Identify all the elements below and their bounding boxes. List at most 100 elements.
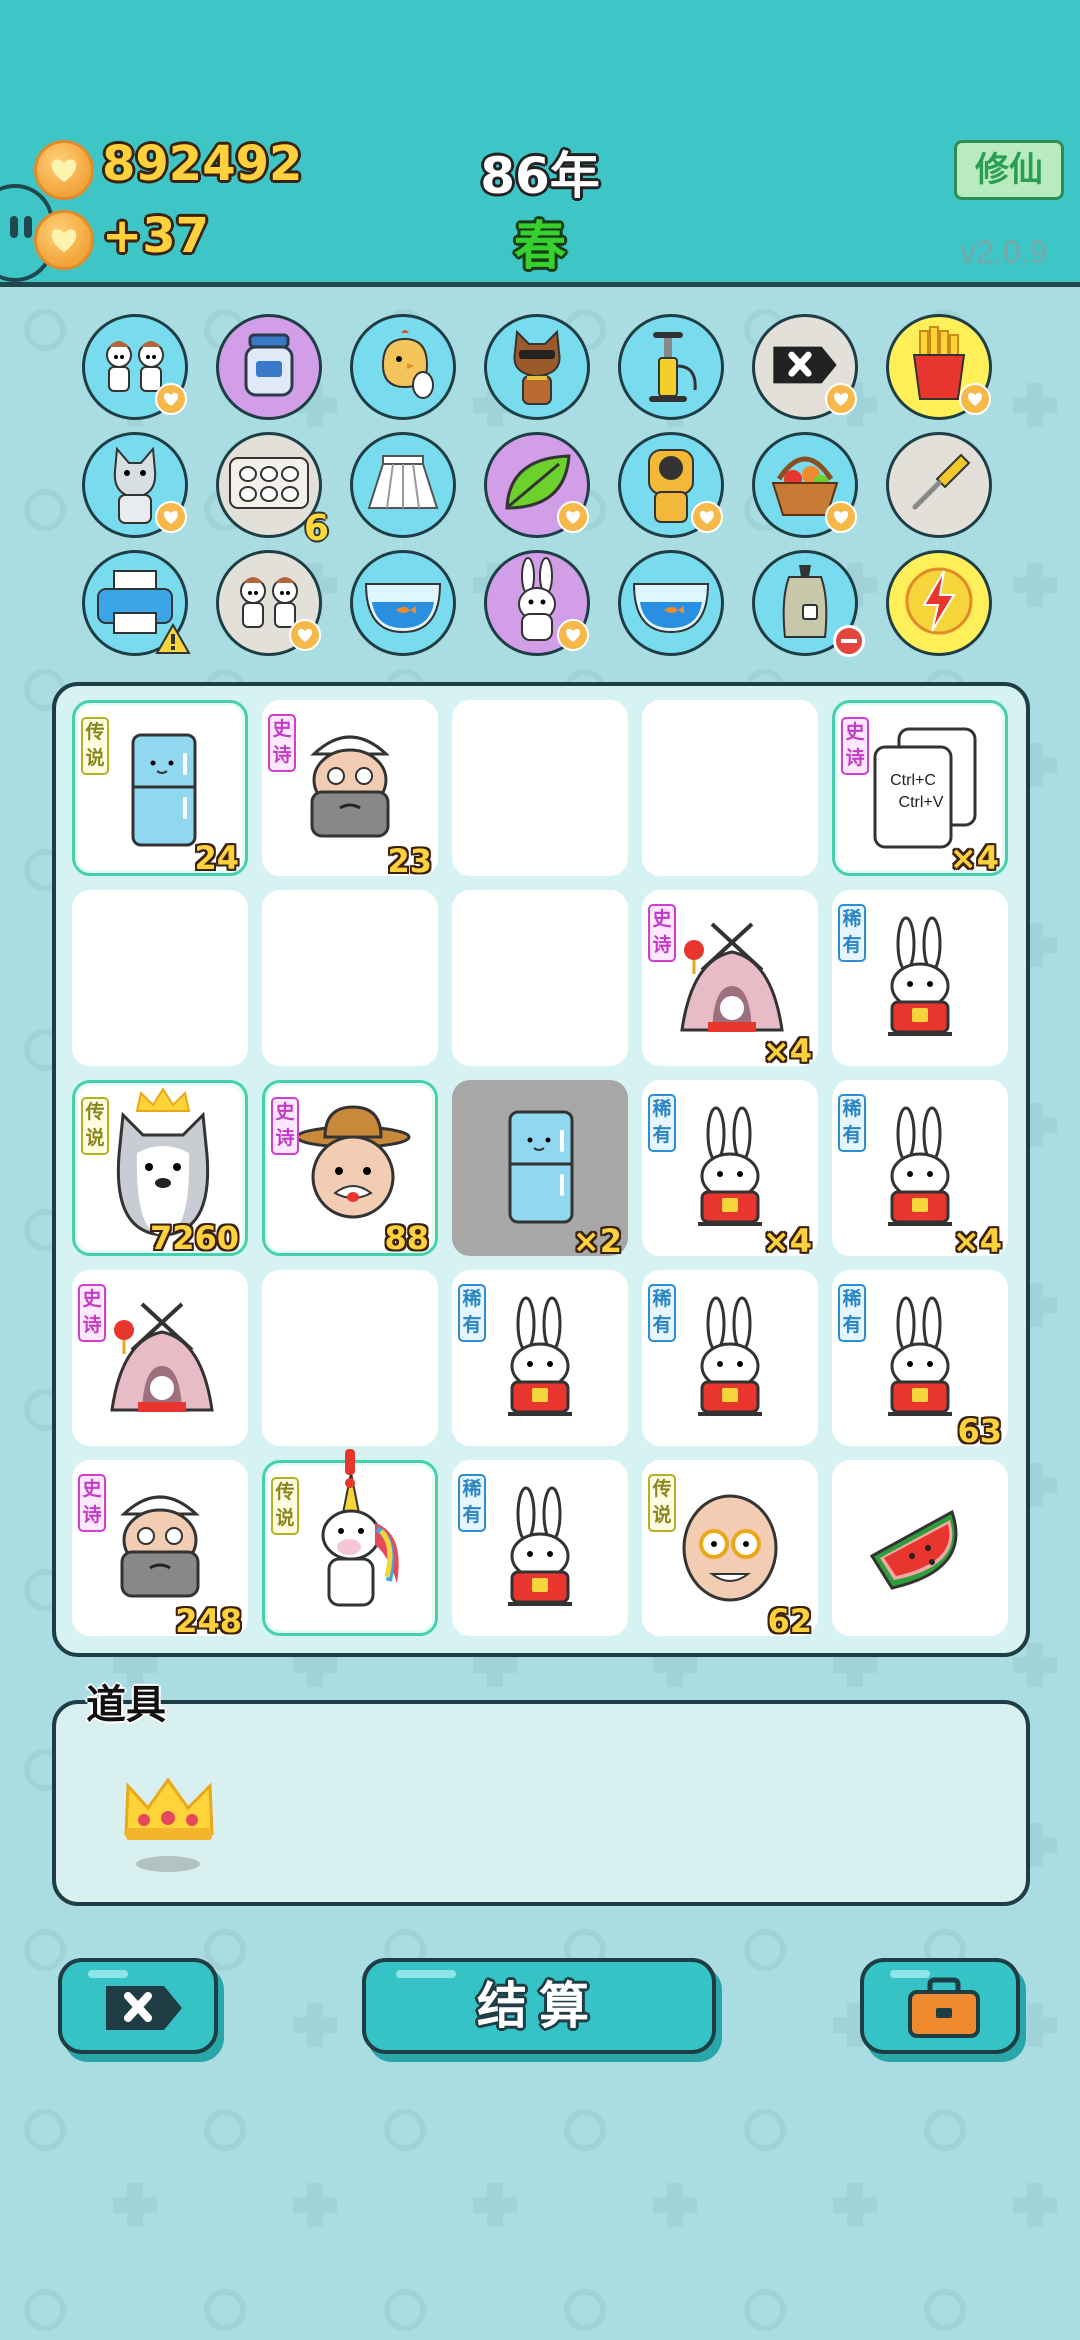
cultivation-button[interactable]: 修仙 [954, 140, 1064, 200]
remove-button[interactable] [58, 1958, 218, 2054]
remove-tag-item[interactable] [752, 314, 858, 420]
remove-tag-icon [770, 340, 840, 394]
bag-button[interactable] [860, 1958, 1020, 2054]
trash-bag-icon [775, 559, 835, 647]
rarity-tag: 稀 有 [458, 1474, 486, 1532]
rarity-tag: 稀 有 [648, 1094, 676, 1152]
board-cell-bunny[interactable]: 稀 有 ×4 [832, 1080, 1008, 1260]
board-cell-unicorn[interactable]: 传 说 [262, 1449, 438, 1636]
chick-egg-item[interactable] [350, 314, 456, 420]
board-cell-copy-paste[interactable]: Ctrl+C Ctrl+V 史 诗 ×4 [832, 700, 1008, 877]
heart-badge-icon [289, 619, 321, 651]
item-count: 6 [303, 508, 329, 549]
jar-item[interactable] [216, 314, 322, 420]
chick-egg-icon [365, 325, 441, 409]
board-cell-bunny-tent[interactable]: 史 诗 [72, 1270, 248, 1446]
watermelon-icon [832, 1460, 1008, 1640]
board-cell-husky-king[interactable]: 传 说 7260 [72, 1080, 248, 1257]
screwdriver-item[interactable] [886, 432, 992, 538]
cell-value: 62 [767, 1602, 812, 1640]
board-cell-grandpa[interactable]: 史 诗 248 [72, 1460, 248, 1640]
cell-value: 88 [384, 1219, 429, 1257]
rarity-tag: 史 诗 [78, 1474, 106, 1532]
cow-maids-item[interactable] [82, 314, 188, 420]
season-label: 春 [513, 217, 566, 277]
heart-badge-icon [155, 501, 187, 533]
board-cell-empty[interactable] [452, 700, 628, 876]
leaf-item[interactable] [484, 432, 590, 538]
coin-icon [34, 140, 94, 200]
cell-value: ×4 [762, 1032, 812, 1070]
board-cell-bunny[interactable]: 稀 有 63 [832, 1270, 1008, 1450]
cell-value: ×4 [952, 1222, 1002, 1260]
cow-maids-item[interactable] [216, 550, 322, 656]
board-cell-fridge[interactable]: 传 说 24 [72, 700, 248, 877]
cell-value: 24 [194, 839, 239, 877]
screwdriver-icon [901, 445, 977, 525]
fish-bowl-item[interactable] [618, 550, 724, 656]
jar-icon [234, 327, 304, 407]
coin-total: 892492 [102, 136, 303, 192]
bunny-item[interactable] [484, 550, 590, 656]
income-amount: +37 [102, 208, 210, 264]
briefcase-icon [908, 1977, 980, 2038]
rarity-tag: 传 说 [271, 1477, 299, 1535]
board-cell-bunny[interactable]: 稀 有 [642, 1270, 818, 1446]
rarity-tag: 稀 有 [648, 1284, 676, 1342]
props-title: 道具 [86, 1682, 166, 1728]
husky-item[interactable] [82, 432, 188, 538]
board-cell-empty[interactable] [72, 890, 248, 1066]
lightning-item[interactable] [886, 550, 992, 656]
board-cell-empty[interactable] [262, 1270, 438, 1446]
bear-cat-item[interactable] [618, 432, 724, 538]
board-cell-bunny[interactable]: 稀 有 [452, 1270, 628, 1446]
fish-bowl-item[interactable] [350, 550, 456, 656]
cell-value: 63 [957, 1412, 1002, 1450]
fish-bowl-icon [360, 566, 446, 640]
rarity-tag: 传 说 [81, 1097, 109, 1155]
board-cell-bunny[interactable]: 稀 有 ×4 [642, 1080, 818, 1260]
egg-tray-item[interactable]: 6 [216, 432, 329, 549]
cool-cat-icon [497, 322, 577, 412]
version-label: v2.0.9 [960, 234, 1048, 270]
cell-value: 7260 [149, 1219, 239, 1257]
svg-text:Ctrl+V: Ctrl+V [899, 794, 944, 811]
board-cell-fridge[interactable]: ×2 [452, 1080, 628, 1260]
printer-item[interactable] [82, 550, 191, 659]
board-cell-bunny[interactable]: 稀 有 [832, 890, 1008, 1066]
cool-cat-item[interactable] [484, 314, 590, 420]
props-panel [52, 1700, 1030, 1906]
board-cell-old-man[interactable]: 传 说 62 [642, 1460, 818, 1640]
board-cell-empty[interactable] [642, 700, 818, 876]
skirt-item[interactable] [350, 432, 456, 538]
fruit-basket-item[interactable] [752, 432, 858, 538]
alert-icon [341, 1449, 359, 1493]
rarity-tag: 稀 有 [838, 904, 866, 962]
fries-item[interactable] [886, 314, 992, 420]
board-cell-grandpa[interactable]: 史 诗 23 [262, 700, 438, 880]
board-cell-bunny[interactable]: 稀 有 [452, 1460, 628, 1636]
heart-badge-icon [825, 501, 857, 533]
minus-badge-icon [833, 625, 865, 657]
board-cell-empty[interactable] [262, 890, 438, 1066]
heart-badge-icon [155, 383, 187, 415]
heart-badge-icon [557, 501, 589, 533]
board-cell-bunny-tent[interactable]: 史 诗 ×4 [642, 890, 818, 1070]
settle-button[interactable]: 结算 [362, 1958, 716, 2054]
board-cell-watermelon[interactable] [832, 1460, 1008, 1636]
rarity-tag: 传 说 [648, 1474, 676, 1532]
heart-badge-icon [557, 619, 589, 651]
air-pump-item[interactable] [618, 314, 724, 420]
warning-icon [155, 622, 191, 659]
lightning-icon [904, 561, 974, 645]
rarity-tag: 史 诗 [648, 904, 676, 962]
heart-badge-icon [691, 501, 723, 533]
crown-icon[interactable] [116, 1764, 226, 1874]
cell-value: 248 [175, 1602, 242, 1640]
heart-badge-icon [959, 383, 991, 415]
board-cell-empty[interactable] [452, 890, 628, 1066]
trash-bag-item[interactable] [752, 550, 865, 657]
rarity-tag: 史 诗 [268, 714, 296, 772]
board-cell-farmer[interactable]: 史 诗 88 [262, 1080, 438, 1257]
rarity-tag: 史 诗 [271, 1097, 299, 1155]
